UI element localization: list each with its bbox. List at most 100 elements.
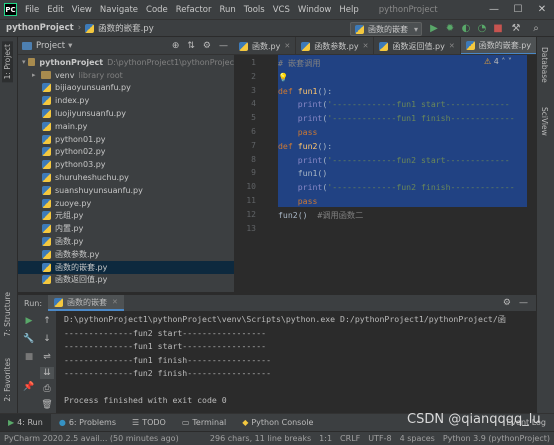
project-file-item[interactable]: suanshuyunsuanfu.py — [18, 184, 234, 197]
tab-todo[interactable]: ☰ TODO — [124, 418, 174, 427]
close-window-button[interactable]: ✕ — [530, 4, 554, 15]
run-config-tab[interactable]: 函数的嵌套 ✕ — [48, 295, 124, 311]
tab-terminal[interactable]: ▭ Terminal — [174, 418, 234, 427]
status-message[interactable]: PyCharm 2020.2.5 avail... (50 minutes ag… — [0, 434, 183, 443]
project-file-item[interactable]: 元组.py — [18, 210, 234, 223]
status-indent[interactable]: 4 spaces — [396, 434, 439, 443]
delete-icon[interactable]: 🗑 — [40, 399, 54, 411]
project-tool-tab[interactable]: 1: Project — [2, 41, 13, 83]
menu-help[interactable]: Help — [335, 5, 362, 15]
coverage-icon[interactable]: ◐ — [460, 22, 472, 36]
project-file-item[interactable]: 函数参数.py — [18, 248, 234, 261]
tab-problems[interactable]: ● 6: Problems — [51, 418, 124, 427]
editor-scrollbar[interactable] — [527, 55, 536, 292]
menu-view[interactable]: View — [68, 5, 96, 15]
inspection-count: 4 — [493, 57, 499, 66]
collapse-all-icon[interactable]: ⇅ — [187, 41, 195, 51]
gear-icon[interactable]: ⚙ — [503, 298, 511, 308]
run-icon[interactable]: ▶ — [428, 22, 440, 36]
close-icon[interactable]: ✕ — [535, 41, 536, 49]
project-file-item[interactable]: main.py — [18, 120, 234, 133]
project-file-item[interactable]: 函数的嵌套.py — [18, 260, 234, 274]
stop-icon[interactable]: ■ — [492, 22, 504, 36]
project-file-item[interactable]: bijiaoyunsuanfu.py — [18, 82, 234, 95]
search-icon[interactable]: ⌕ — [530, 22, 542, 36]
project-file-item[interactable]: 函数返回值.py — [18, 274, 234, 287]
project-file-item[interactable]: 内置.py — [18, 222, 234, 235]
menu-code[interactable]: Code — [142, 5, 172, 15]
editor-tab-function-params[interactable]: 函数参数.py ✕ — [296, 37, 375, 54]
file-name: suanshuyunsuanfu.py — [55, 185, 143, 195]
run-configuration-select[interactable]: 函数的嵌套 ▾ — [350, 22, 422, 36]
menu-vcs[interactable]: VCS — [269, 5, 294, 15]
scroll-to-end-icon[interactable]: ⇊ — [40, 367, 54, 379]
inspection-widget[interactable]: ⚠ 4 ˄ ˅ — [484, 57, 512, 66]
settings-wrench-icon[interactable]: ⚒ — [510, 22, 522, 36]
pin-icon[interactable]: 📌 — [22, 381, 36, 393]
status-chars: 296 chars, 11 line breaks — [209, 434, 312, 443]
stop-icon[interactable]: ■ — [22, 351, 36, 363]
console-line: --------------fun2 finish---------------… — [64, 368, 272, 378]
soft-wrap-icon[interactable]: ⇌ — [40, 351, 54, 363]
wrench-icon[interactable]: 🔧 — [22, 333, 36, 345]
status-line-separator[interactable]: CRLF — [336, 434, 364, 443]
project-file-item[interactable]: shuruheshuchu.py — [18, 171, 234, 184]
breadcrumb-project[interactable]: pythonProject — [0, 23, 74, 33]
chevron-down-icon[interactable]: ▾ — [68, 41, 72, 51]
chevron-down-icon[interactable]: ˅ — [508, 57, 512, 66]
tree-venv-folder[interactable]: ▸ venv library root — [18, 69, 234, 82]
warning-icon: ⚠ — [484, 57, 492, 66]
menu-window[interactable]: Window — [294, 5, 336, 15]
close-icon[interactable]: ✕ — [284, 42, 290, 50]
rerun-icon[interactable]: ▶ — [22, 315, 36, 327]
chevron-up-icon[interactable]: ˄ — [501, 57, 505, 66]
project-file-item[interactable]: index.py — [18, 94, 234, 107]
close-icon[interactable]: ✕ — [363, 42, 369, 50]
project-file-item[interactable]: python02.py — [18, 146, 234, 159]
hide-panel-icon[interactable]: — — [519, 298, 528, 308]
print-icon[interactable]: ⎙ — [40, 383, 54, 395]
editor-tab-nested-functions[interactable]: 函数的嵌套.py ✕ — [460, 37, 536, 54]
tab-python-console[interactable]: ◆ Python Console — [234, 418, 321, 427]
status-interpreter[interactable]: Python 3.9 (pythonProject) — [439, 434, 554, 443]
maximize-button[interactable]: ☐ — [506, 4, 530, 15]
close-icon[interactable]: ✕ — [112, 298, 118, 306]
tab-run[interactable]: ▶ 4: Run — [0, 413, 51, 432]
code-token-fn: fun2 — [297, 140, 318, 151]
tree-root-project[interactable]: ▾ pythonProject D:\pythonProject1\python… — [18, 56, 234, 69]
console-output[interactable]: D:\pythonProject1\pythonProject\venv\Scr… — [60, 313, 536, 413]
editor-tab-return-values[interactable]: 函数返回值.py ✕ — [374, 37, 461, 54]
tab-label: 函数.py — [252, 41, 281, 51]
project-file-item[interactable]: luojiyunsuanfu.py — [18, 107, 234, 120]
breadcrumb-file[interactable]: 函数的嵌套.py — [98, 22, 154, 34]
menu-tools[interactable]: Tools — [240, 5, 269, 15]
scroll-up-icon[interactable]: ↑ — [40, 315, 54, 327]
menu-navigate[interactable]: Navigate — [96, 5, 142, 15]
status-encoding[interactable]: UTF-8 — [364, 434, 395, 443]
structure-tool-tab[interactable]: 7: Structure — [2, 289, 13, 340]
locate-file-icon[interactable]: ⊕ — [172, 41, 180, 51]
project-file-item[interactable]: 函数.py — [18, 235, 234, 248]
minimize-button[interactable]: — — [482, 4, 506, 15]
project-file-item[interactable]: python01.py — [18, 133, 234, 146]
menu-run[interactable]: Run — [215, 5, 239, 15]
project-file-item[interactable]: python03.py — [18, 158, 234, 171]
gear-icon[interactable]: ⚙ — [203, 41, 211, 51]
status-caret-position[interactable]: 1:1 — [315, 434, 336, 443]
menu-file[interactable]: File — [21, 5, 43, 15]
menu-edit[interactable]: Edit — [43, 5, 67, 15]
code-editor[interactable]: ⚠ 4 ˄ ˅ 1 2 3 4 5 6 7 8 9 10 11 12 13 # 嵌套调用 💡 def fun1… — [234, 55, 536, 292]
close-icon[interactable]: ✕ — [449, 42, 455, 50]
project-panel-title[interactable]: Project — [36, 41, 65, 51]
menu-refactor[interactable]: Refactor — [172, 5, 216, 15]
editor-tab-functions[interactable]: 函数.py ✕ — [234, 37, 297, 54]
sciview-tool-tab[interactable]: SciView — [540, 107, 549, 136]
profile-icon[interactable]: ◔ — [476, 22, 488, 36]
scroll-down-icon[interactable]: ↓ — [40, 333, 54, 345]
debug-icon[interactable]: ✹ — [444, 22, 456, 36]
chevron-right-icon: ▸ — [32, 71, 36, 80]
favorites-tool-tab[interactable]: 2: Favorites — [2, 355, 13, 405]
hide-panel-icon[interactable]: — — [219, 41, 228, 51]
project-file-item[interactable]: zuoye.py — [18, 197, 234, 210]
database-tool-tab[interactable]: Database — [540, 47, 549, 83]
